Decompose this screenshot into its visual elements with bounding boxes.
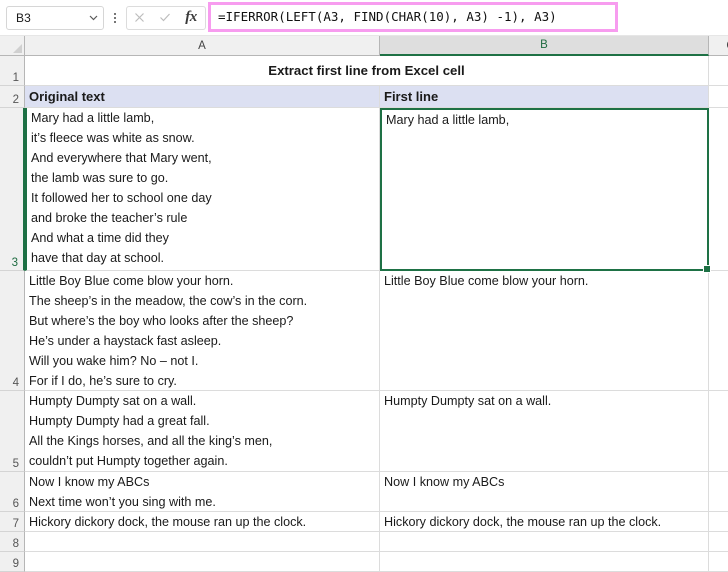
cell-C6[interactable] [709,472,728,512]
cell-C3[interactable] [709,108,728,271]
cell-B4[interactable]: Little Boy Blue come blow your horn. [380,271,709,391]
more-options-icon[interactable] [107,6,123,30]
cell-B6[interactable]: Now I know my ABCs [380,472,709,512]
cell-A9[interactable] [25,552,380,572]
name-box-value: B3 [16,10,31,25]
cell-C8[interactable] [709,532,728,552]
cell-A1-B1-title[interactable]: Extract first line from Excel cell [25,56,709,86]
row-header-8[interactable]: 8 [0,532,25,552]
cell-A3[interactable]: Mary had a little lamb, it’s fleece was … [25,108,380,271]
formula-input[interactable]: =IFERROR(LEFT(A3, FIND(CHAR(10), A3) -1)… [218,2,557,32]
cell-A5-text: Humpty Dumpty sat on a wall. Humpty Dump… [29,394,273,468]
cell-C7[interactable] [709,512,728,532]
row-header-1[interactable]: 1 [0,56,25,86]
cell-B6-text: Now I know my ABCs [384,475,505,489]
cell-C5[interactable] [709,391,728,472]
cell-A5[interactable]: Humpty Dumpty sat on a wall. Humpty Dump… [25,391,380,472]
column-header-a[interactable]: A [25,36,380,56]
formula-action-group: fx [126,5,206,30]
formula-bar: B3 fx =IFERROR(LEFT(A3, FIND(CHAR(10), A… [0,0,728,36]
fx-icon[interactable]: fx [177,7,205,29]
row-header-column: 1 2 3 4 5 6 7 8 9 [0,56,25,572]
cell-A6[interactable]: Now I know my ABCs Next time won’t you s… [25,472,380,512]
formula-input-area[interactable]: =IFERROR(LEFT(A3, FIND(CHAR(10), A3) -1)… [208,0,728,36]
select-all-corner[interactable] [0,36,25,56]
header-original-text: Original text [29,88,105,104]
name-box[interactable]: B3 [6,5,104,30]
cell-B3[interactable]: Mary had a little lamb, [380,108,709,271]
cell-B7[interactable]: Hickory dickory dock, the mouse ran up t… [380,512,709,532]
cell-A4[interactable]: Little Boy Blue come blow your horn. The… [25,271,380,391]
row-header-4[interactable]: 4 [0,271,25,391]
cell-A8[interactable] [25,532,380,552]
cell-B8[interactable] [380,532,709,552]
column-header-row: A B C [0,36,728,56]
cell-A4-text: Little Boy Blue come blow your horn. The… [29,274,308,388]
row-header-5[interactable]: 5 [0,391,25,472]
row-header-7[interactable]: 7 [0,512,25,532]
row-header-3[interactable]: 3 [0,108,25,271]
row-header-2[interactable]: 2 [0,86,25,108]
cell-A7[interactable]: Hickory dickory dock, the mouse ran up t… [25,512,380,532]
cell-B3-text: Mary had a little lamb, [386,113,510,127]
cell-area: Extract first line from Excel cell Origi… [25,56,728,572]
fill-handle[interactable] [703,265,711,273]
cell-A3-text: Mary had a little lamb, it’s fleece was … [31,111,212,265]
cell-C4[interactable] [709,271,728,391]
sheet-title: Extract first line from Excel cell [268,62,465,78]
cell-B2-header[interactable]: First line [380,86,709,108]
cell-B7-text: Hickory dickory dock, the mouse ran up t… [384,515,662,529]
cell-A7-text: Hickory dickory dock, the mouse ran up t… [29,515,307,529]
column-header-b[interactable]: B [380,36,709,56]
cell-A6-text: Now I know my ABCs Next time won’t you s… [29,475,216,509]
spreadsheet-grid: A B C 1 2 3 4 5 6 7 8 9 Extract first li… [0,36,728,572]
cell-C9[interactable] [709,552,728,572]
cell-B4-text: Little Boy Blue come blow your horn. [384,274,589,288]
chevron-down-icon[interactable] [83,12,103,23]
column-header-c[interactable]: C [709,36,728,56]
cell-B5[interactable]: Humpty Dumpty sat on a wall. [380,391,709,472]
row-header-9[interactable]: 9 [0,552,25,572]
cell-B5-text: Humpty Dumpty sat on a wall. [384,394,552,408]
cell-C2[interactable] [709,86,728,108]
header-first-line: First line [384,88,439,104]
cell-C1[interactable] [709,56,728,86]
enter-check-icon[interactable] [152,7,177,29]
cell-A2-header[interactable]: Original text [25,86,380,108]
cancel-x-icon[interactable] [127,7,152,29]
row-header-6[interactable]: 6 [0,472,25,512]
cell-B9[interactable] [380,552,709,572]
